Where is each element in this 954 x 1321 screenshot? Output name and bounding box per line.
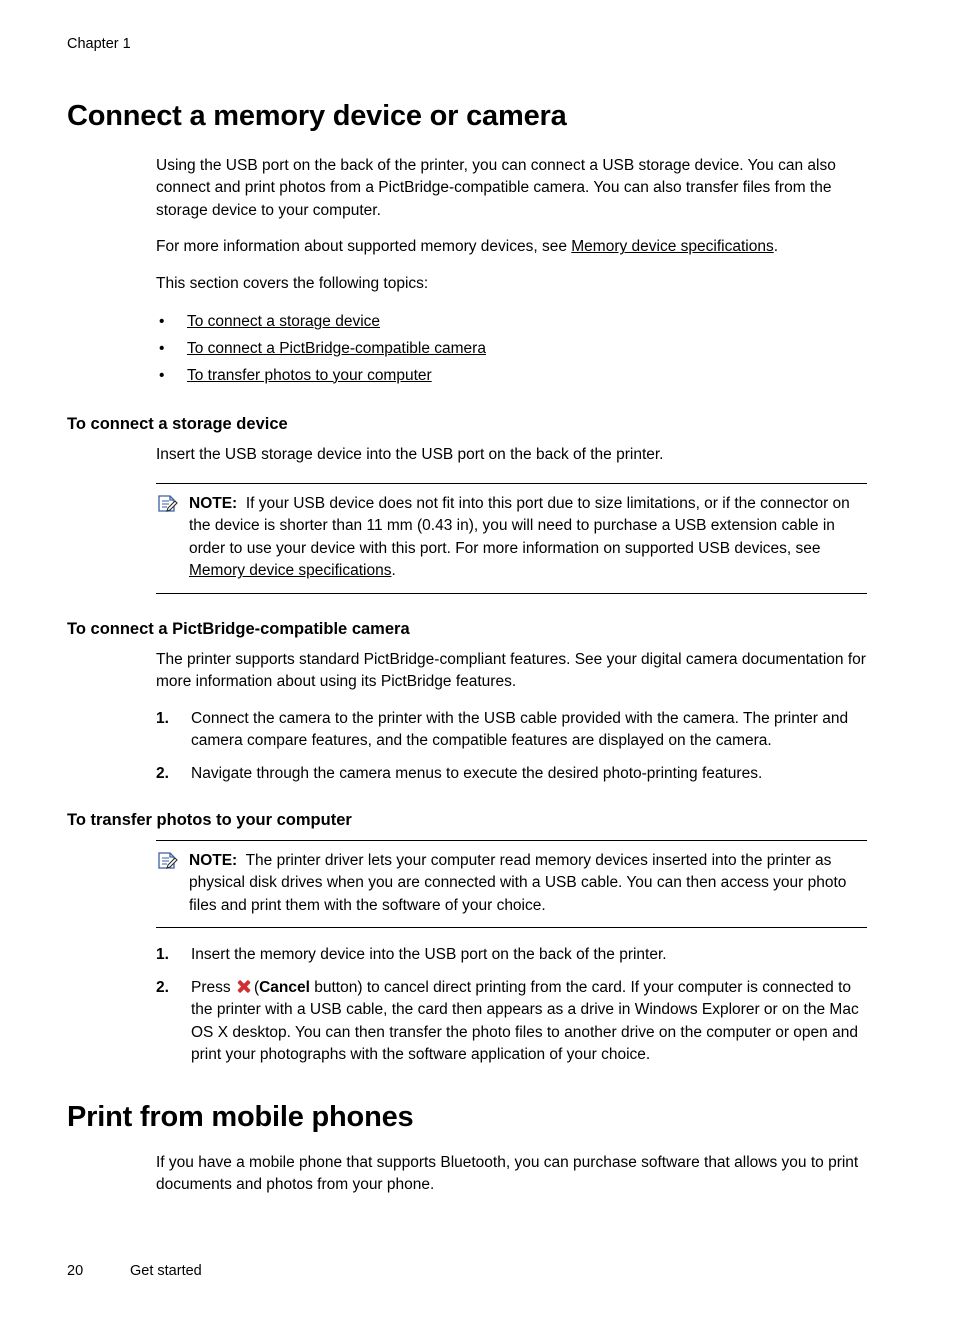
step-text: Navigate through the camera menus to exe… <box>191 764 763 782</box>
note-body-after-link: . <box>391 562 396 580</box>
page-content: Connect a memory device or camera Using … <box>67 100 867 1211</box>
bullet-icon: • <box>159 366 165 384</box>
topics-intro: This section covers the following topics… <box>156 274 429 292</box>
subsection2-body: The printer supports standard PictBridge… <box>156 649 867 785</box>
step-number: 1. <box>156 946 169 964</box>
heading-connect-pictbridge-camera: To connect a PictBridge-compatible camer… <box>67 619 410 638</box>
memory-device-specifications-link[interactable]: Memory device specifications <box>189 562 391 579</box>
transfer-photos-steps: 1. Insert the memory device into the USB … <box>156 944 867 1066</box>
page-title: Connect a memory device or camera <box>67 100 567 132</box>
intro-paragraph: Using the USB port on the back of the pr… <box>156 157 836 219</box>
list-item: • To connect a storage device <box>156 309 867 336</box>
note-label: NOTE: <box>189 852 238 869</box>
list-item: 1. Insert the memory device into the USB … <box>156 944 867 966</box>
note-label: NOTE: <box>189 494 238 512</box>
page-number: 20 <box>67 1263 84 1279</box>
note-body: The printer driver lets your computer re… <box>189 852 847 914</box>
topic-link-pictbridge-camera[interactable]: To connect a PictBridge-compatible camer… <box>187 340 486 357</box>
note-icon <box>156 851 178 871</box>
note-text: NOTE: The printer driver lets your compu… <box>156 850 867 917</box>
topics-list: • To connect a storage device • To connect… <box>156 309 867 389</box>
mobile-phones-paragraph: If you have a mobile phone that supports… <box>156 1153 859 1194</box>
pictbridge-steps: 1. Connect the camera to the printer with… <box>156 708 867 785</box>
ref-prefix: For more information about supported mem… <box>156 238 572 256</box>
footer-section-name: Get started <box>130 1263 202 1279</box>
step-text-before-icon: Press <box>191 978 235 996</box>
note-text: NOTE: If your USB device does not fit in… <box>156 493 867 583</box>
section2-title: Print from mobile phones <box>67 1100 414 1133</box>
bullet-icon: • <box>159 340 165 357</box>
list-item: • To connect a PictBridge-compatible came… <box>156 336 867 363</box>
pictbridge-paragraph: The printer supports standard PictBridge… <box>156 650 866 691</box>
page-footer: 20 Get started <box>67 1263 202 1279</box>
note-box-printer-driver: NOTE: The printer driver lets your compu… <box>156 840 867 929</box>
document-page: Chapter 1 Connect a memory device or cam… <box>0 0 954 1321</box>
section1-body: Using the USB port on the back of the pr… <box>156 155 867 389</box>
note-icon <box>156 494 178 514</box>
list-item: 2. Press (Cancel button) to cancel direct… <box>156 977 867 1067</box>
step-number: 2. <box>156 764 169 782</box>
storage-device-instruction: Insert the USB storage device into the U… <box>156 446 664 464</box>
cancel-icon <box>237 979 252 994</box>
step-number: 1. <box>156 709 169 727</box>
note-body-before-link: If your USB device does not fit into thi… <box>189 494 850 557</box>
topic-link-transfer-photos[interactable]: To transfer photos to your computer <box>187 367 432 384</box>
list-item: • To transfer photos to your computer <box>156 363 867 390</box>
subsection3-body: 1. Insert the memory device into the USB … <box>156 944 867 1066</box>
ref-suffix: . <box>773 238 779 256</box>
memory-device-reference-paragraph: For more information about supported mem… <box>156 236 867 258</box>
step-number: 2. <box>156 978 169 996</box>
bullet-icon: • <box>159 313 165 331</box>
list-item: 1. Connect the camera to the printer with… <box>156 708 867 753</box>
step-text: Connect the camera to the printer with t… <box>191 709 849 750</box>
memory-device-specifications-link[interactable]: Memory device specifications <box>571 238 773 255</box>
heading-connect-storage-device: To connect a storage device <box>67 415 288 434</box>
step-text: Insert the memory device into the USB po… <box>191 946 667 964</box>
heading-transfer-photos: To transfer photos to your computer <box>67 811 352 829</box>
cancel-button-label: Cancel <box>259 978 310 996</box>
chapter-label: Chapter 1 <box>67 36 131 52</box>
topic-link-storage-device[interactable]: To connect a storage device <box>187 313 380 330</box>
note-box-usb-device: NOTE: If your USB device does not fit in… <box>156 482 867 594</box>
list-item: 2. Navigate through the camera menus to e… <box>156 763 867 785</box>
subsection1-body: Insert the USB storage device into the U… <box>156 444 867 466</box>
section2-body: If you have a mobile phone that supports… <box>156 1152 867 1197</box>
